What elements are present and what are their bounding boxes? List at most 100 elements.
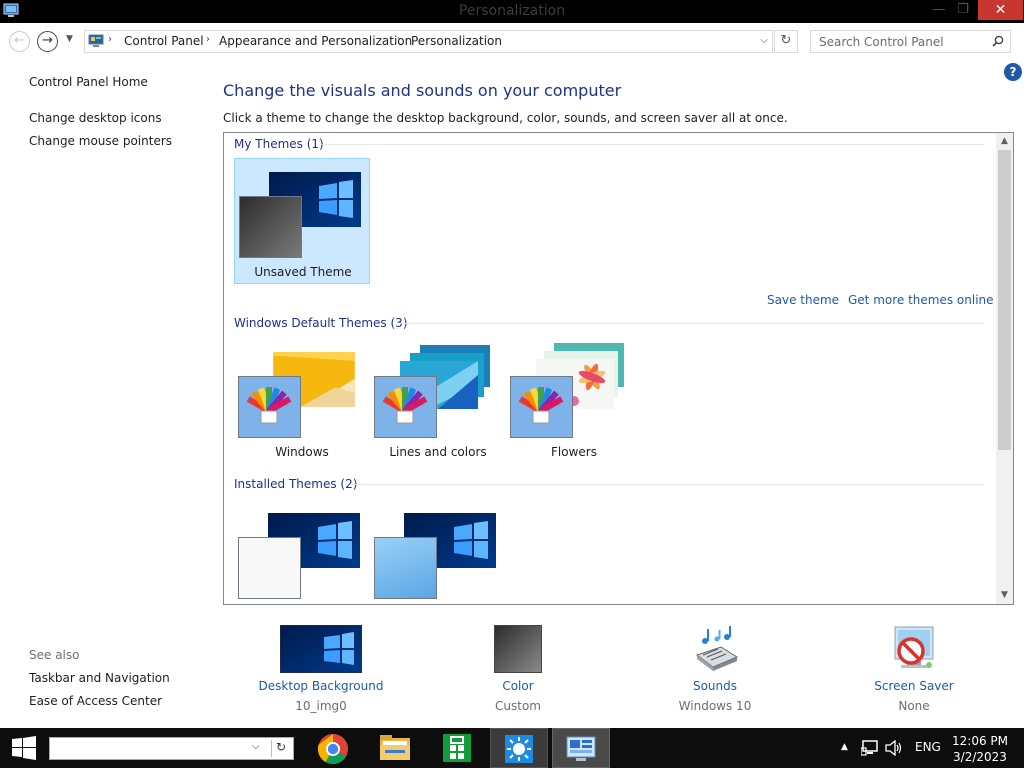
color-swatch-thumbnail: [239, 196, 302, 258]
palette-icon: [374, 376, 437, 438]
taskbar-search-refresh-icon[interactable]: ↻: [276, 740, 286, 754]
screen-saver-label[interactable]: Screen Saver: [839, 679, 989, 693]
theme-tile-installed-2[interactable]: [370, 500, 506, 604]
breadcrumb-control-panel[interactable]: Control Panel: [124, 34, 204, 48]
group-divider: [352, 484, 984, 485]
theme-list: My Themes (1) Unsaved Theme Save theme G…: [223, 132, 1014, 605]
color-value: Custom: [495, 699, 541, 713]
title-bar: Personalization — ❐ ✕: [0, 0, 1024, 23]
breadcrumb-separator[interactable]: ›: [206, 34, 210, 45]
group-divider: [322, 144, 984, 145]
taskbar-search-chevron-down-icon[interactable]: ⌵: [252, 741, 260, 752]
change-mouse-pointers-link[interactable]: Change mouse pointers: [29, 134, 172, 148]
ease-of-access-center-link[interactable]: Ease of Access Center: [29, 694, 162, 708]
back-button[interactable]: ←: [9, 31, 30, 52]
color-setting[interactable]: Color Custom: [443, 625, 593, 725]
theme-name-windows: Windows: [275, 445, 329, 459]
color-swatch-thumbnail: [238, 537, 301, 599]
start-windows-icon[interactable]: [11, 736, 37, 760]
control-panel-home-link[interactable]: Control Panel Home: [29, 75, 148, 89]
theme-tile-installed-1[interactable]: [234, 500, 370, 604]
control-panel-icon: [88, 34, 104, 47]
address-bar[interactable]: › Control Panel › Appearance and Persona…: [84, 30, 773, 53]
minimize-button[interactable]: —: [926, 0, 952, 20]
sounds-value: Windows 10: [678, 699, 752, 713]
recent-locations-chevron-down-icon[interactable]: ▼: [66, 34, 73, 44]
file-explorer-icon: [380, 735, 410, 760]
save-theme-link[interactable]: Save theme: [767, 293, 839, 307]
theme-list-scrollbar[interactable]: ▲ ▼: [996, 133, 1013, 604]
group-title-windows-default-themes: Windows Default Themes (3): [234, 316, 408, 330]
taskbar-control-panel[interactable]: [552, 728, 610, 768]
page-title: Change the visuals and sounds on your co…: [223, 81, 622, 100]
theme-name-unsaved: Unsaved Theme: [254, 265, 352, 279]
taskbar: ⌵ ↻ ▲ ENG 12:06 PM 3/2/2023: [0, 728, 1024, 768]
taskbar-search-box[interactable]: ⌵ ↻: [49, 737, 294, 760]
taskbar-store[interactable]: [428, 728, 486, 768]
page-description: Click a theme to change the desktop back…: [223, 111, 788, 125]
system-clock[interactable]: 12:06 PM 3/2/2023: [944, 733, 1016, 765]
color-label[interactable]: Color: [443, 679, 593, 693]
palette-icon: [510, 376, 573, 438]
clock-time: 12:06 PM: [952, 734, 1008, 748]
main-content: ? Change the visuals and sounds on your …: [200, 60, 1024, 725]
breadcrumb-appearance-and-personalization[interactable]: Appearance and Personalization: [219, 34, 412, 48]
chrome-icon: [317, 734, 348, 765]
screen-saver-setting[interactable]: Screen Saver None: [839, 625, 989, 725]
search-box[interactable]: [810, 30, 1011, 53]
taskbar-search-divider: [271, 740, 272, 757]
screen-saver-value: None: [898, 699, 930, 713]
close-button[interactable]: ✕: [978, 0, 1023, 20]
forward-button[interactable]: →: [37, 31, 58, 52]
screen-saver-icon: [894, 626, 934, 668]
show-hidden-icons-chevron-up-icon[interactable]: ▲: [841, 742, 848, 752]
color-swatch-icon: [494, 625, 542, 673]
group-divider: [400, 323, 984, 324]
left-task-pane: Control Panel Home Change desktop icons …: [0, 60, 200, 725]
breadcrumb-separator: ›: [108, 34, 112, 45]
get-more-themes-online-link[interactable]: Get more themes online: [848, 293, 994, 307]
clock-date: 3/2/2023: [953, 750, 1007, 764]
theme-tile-flowers[interactable]: Flowers: [506, 339, 642, 465]
theme-name-flowers: Flowers: [551, 445, 597, 459]
refresh-button[interactable]: ↻: [774, 30, 798, 53]
group-title-installed-themes: Installed Themes (2): [234, 477, 358, 491]
control-panel-icon: [566, 736, 596, 761]
sounds-icon: [695, 626, 739, 671]
navigation-bar: ← → ▼ › Control Panel › Appearance and P…: [0, 23, 1024, 60]
scroll-down-icon[interactable]: ▼: [996, 587, 1013, 604]
network-icon[interactable]: [861, 740, 879, 756]
sounds-label[interactable]: Sounds: [640, 679, 790, 693]
color-swatch-thumbnail: [374, 537, 437, 599]
theme-tile-unsaved[interactable]: Unsaved Theme: [234, 158, 370, 284]
help-icon[interactable]: ?: [1004, 63, 1022, 81]
address-dropdown-chevron-down-icon[interactable]: ⌵: [760, 35, 768, 46]
search-icon[interactable]: [992, 35, 1004, 47]
theme-tile-lines-and-colors[interactable]: Lines and colors: [370, 339, 506, 465]
theme-tile-windows[interactable]: Windows: [234, 339, 370, 465]
taskbar-file-explorer[interactable]: [366, 728, 424, 768]
change-desktop-icons-link[interactable]: Change desktop icons: [29, 111, 162, 125]
volume-icon[interactable]: [885, 740, 903, 756]
taskbar-and-navigation-link[interactable]: Taskbar and Navigation: [29, 671, 170, 685]
palette-icon: [238, 376, 301, 438]
taskbar-display-settings[interactable]: [490, 728, 548, 768]
search-input[interactable]: [811, 31, 989, 52]
desktop-background-setting[interactable]: Desktop Background 10_img0: [246, 625, 396, 725]
input-language-indicator[interactable]: ENG: [915, 740, 941, 754]
see-also-heading: See also: [29, 648, 80, 662]
desktop-background-value: 10_img0: [295, 699, 347, 713]
scroll-up-icon[interactable]: ▲: [996, 133, 1013, 150]
taskbar-chrome[interactable]: [304, 728, 362, 768]
theme-name-lines-and-colors: Lines and colors: [389, 445, 487, 459]
group-title-my-themes: My Themes (1): [234, 137, 324, 151]
maximize-button[interactable]: ❐: [950, 0, 976, 20]
breadcrumb-separator[interactable]: ›: [397, 34, 401, 45]
desktop-background-label[interactable]: Desktop Background: [246, 679, 396, 693]
sounds-setting[interactable]: Sounds Windows 10: [640, 625, 790, 725]
window-title: Personalization: [458, 3, 566, 19]
store-icon: [443, 734, 471, 762]
scrollbar-thumb[interactable]: [998, 150, 1011, 450]
desktop-background-icon: [280, 625, 362, 673]
breadcrumb-personalization[interactable]: Personalization: [411, 34, 502, 48]
